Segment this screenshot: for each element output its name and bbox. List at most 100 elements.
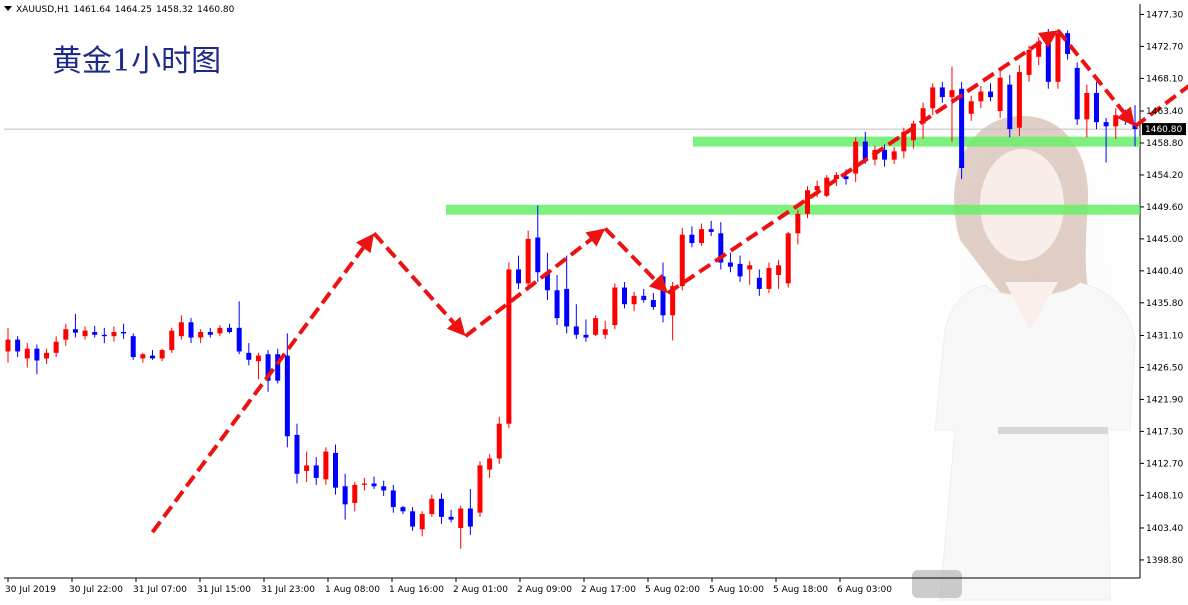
candle-body bbox=[554, 290, 560, 319]
chart-root: 1477.30 1472.70 1468.10 1463.40 1458.80 1454.… bbox=[0, 0, 1188, 605]
candle-body bbox=[53, 341, 59, 353]
candle bbox=[593, 315, 599, 337]
candle-body bbox=[804, 190, 810, 214]
candle-body bbox=[342, 486, 348, 505]
candle-body bbox=[72, 329, 78, 333]
symbol-label: XAUUSD,H1 bbox=[16, 5, 70, 15]
candle bbox=[448, 509, 454, 523]
candle bbox=[525, 230, 531, 291]
y-tick-label: 1463.40 bbox=[1146, 107, 1183, 117]
candle-body bbox=[130, 336, 136, 358]
candle-body bbox=[236, 327, 242, 352]
dropdown-triangle-icon[interactable] bbox=[4, 6, 12, 11]
x-tick-label: 30 Jul 2019 bbox=[5, 585, 56, 595]
candle-body bbox=[159, 350, 165, 359]
candle bbox=[188, 318, 194, 344]
candle-body bbox=[737, 263, 743, 277]
candle-body bbox=[949, 90, 955, 98]
y-tick-label: 1421.90 bbox=[1146, 395, 1183, 405]
candle bbox=[323, 447, 329, 485]
candle-body bbox=[458, 508, 464, 528]
candle-body bbox=[641, 295, 647, 301]
candle-body bbox=[63, 329, 69, 340]
candle bbox=[15, 336, 21, 358]
candle-body bbox=[410, 511, 416, 527]
model-figure bbox=[912, 50, 1155, 605]
x-tick-label: 1 Aug 16:00 bbox=[389, 585, 444, 595]
x-tick-label: 30 Jul 22:00 bbox=[69, 585, 123, 595]
candle bbox=[198, 329, 204, 344]
candle bbox=[361, 477, 367, 491]
candle-body bbox=[785, 233, 791, 284]
x-tick-label: 2 Aug 01:00 bbox=[453, 585, 508, 595]
candle-body bbox=[44, 352, 50, 359]
candle-body bbox=[679, 234, 685, 287]
candle bbox=[53, 336, 59, 358]
candle bbox=[92, 325, 98, 338]
candle-body bbox=[178, 322, 184, 337]
candle-body bbox=[400, 507, 406, 512]
candle bbox=[1055, 29, 1061, 89]
x-tick-label: 1 Aug 08:00 bbox=[325, 585, 380, 595]
candle bbox=[227, 323, 233, 334]
candle-body bbox=[988, 91, 994, 98]
candle bbox=[718, 222, 724, 270]
candle bbox=[438, 493, 444, 524]
candle bbox=[342, 473, 348, 520]
candle bbox=[390, 484, 396, 513]
candle-body bbox=[708, 229, 714, 232]
candle-body bbox=[92, 332, 98, 335]
candle bbox=[24, 343, 30, 368]
candle-body bbox=[1103, 122, 1109, 127]
candle bbox=[1074, 62, 1080, 125]
candle-body bbox=[689, 234, 695, 244]
candle bbox=[333, 444, 339, 495]
candle-body bbox=[467, 508, 473, 527]
x-tick-label: 5 Aug 10:00 bbox=[709, 585, 764, 595]
candle bbox=[853, 137, 859, 182]
candle-body bbox=[997, 77, 1003, 112]
candle-body bbox=[506, 269, 512, 424]
candle-body bbox=[169, 330, 175, 351]
candle bbox=[381, 480, 387, 496]
candle-body bbox=[766, 268, 772, 289]
y-tick-label: 1417.30 bbox=[1146, 427, 1183, 437]
candle bbox=[516, 255, 522, 289]
support-zone bbox=[446, 204, 1140, 215]
candle-body bbox=[284, 355, 290, 437]
candle-body bbox=[631, 295, 637, 305]
candle-body bbox=[304, 465, 310, 471]
candle-body bbox=[188, 322, 194, 338]
y-tick-label: 1426.50 bbox=[1146, 363, 1183, 373]
candle-body bbox=[101, 334, 107, 337]
candle-body bbox=[198, 332, 204, 338]
candle bbox=[650, 293, 656, 310]
candle bbox=[602, 320, 608, 339]
trend-arrow-segment bbox=[603, 227, 657, 282]
y-tick-label: 1472.70 bbox=[1146, 42, 1183, 52]
candle bbox=[506, 262, 512, 428]
candle-body bbox=[650, 300, 656, 307]
candle-body bbox=[1007, 84, 1013, 130]
y-tick-label: 1449.60 bbox=[1146, 203, 1183, 213]
chart-title: 黄金1小时图 bbox=[52, 44, 222, 79]
candle bbox=[34, 344, 40, 375]
candle bbox=[140, 352, 146, 363]
candle bbox=[727, 252, 733, 273]
candle-body bbox=[882, 149, 888, 160]
candle-body bbox=[1026, 49, 1032, 75]
candle-body bbox=[255, 355, 261, 362]
candle-body bbox=[1016, 72, 1022, 128]
candle-body bbox=[573, 326, 579, 335]
candle-body bbox=[448, 516, 454, 520]
candle-body bbox=[217, 327, 223, 334]
x-tick-label: 6 Aug 03:00 bbox=[837, 585, 892, 595]
candle-body bbox=[313, 465, 319, 478]
candle-body bbox=[140, 354, 146, 359]
chart-header: XAUUSD,H1 1461.64 1464.25 1458.32 1460.80 bbox=[4, 5, 238, 15]
candle bbox=[63, 323, 69, 346]
candle bbox=[121, 323, 127, 339]
x-tick-label: 2 Aug 09:00 bbox=[517, 585, 572, 595]
x-tick-label: 2 Aug 17:00 bbox=[581, 585, 636, 595]
candle-body bbox=[111, 332, 117, 337]
